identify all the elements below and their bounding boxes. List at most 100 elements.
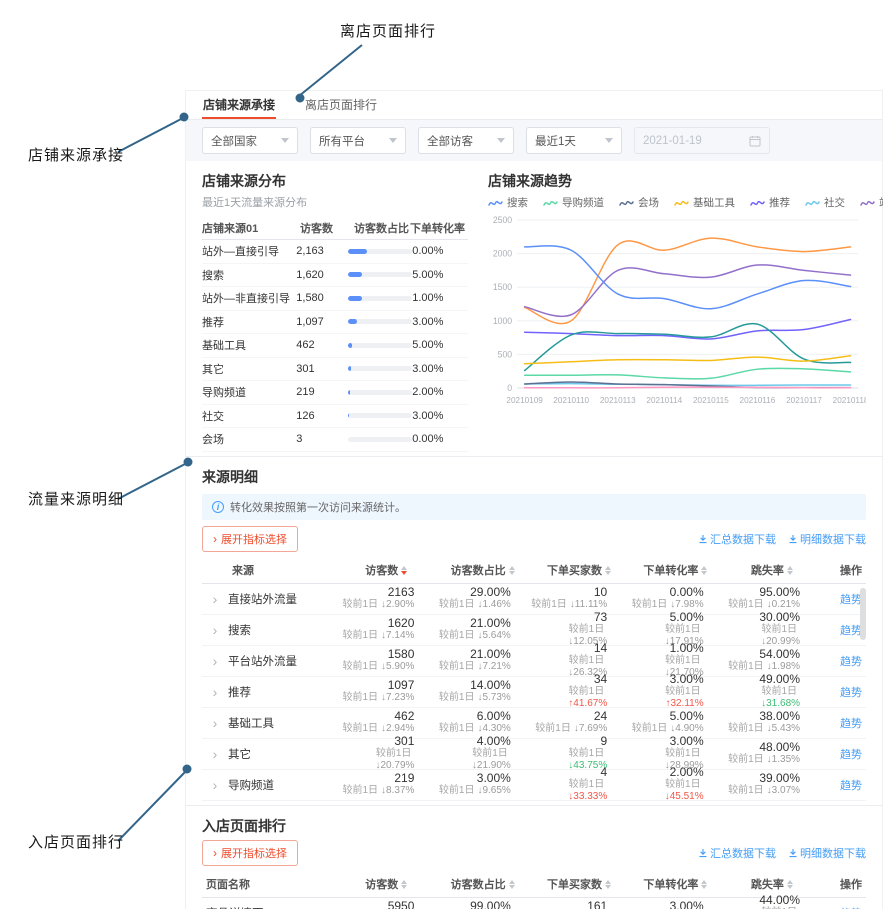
metric-cell: 6.00% 较前1日 ↓4.30% <box>434 710 530 735</box>
expand-row-icon[interactable]: › <box>202 654 228 668</box>
column-header-sortable[interactable]: 跳失率 <box>724 562 820 578</box>
sort-icon[interactable] <box>401 565 408 575</box>
actions-cell: 趋势 <box>820 904 866 909</box>
metric-value: 219 <box>394 771 415 785</box>
metric-value: 38.00% <box>759 709 801 723</box>
source-name: 推荐 <box>202 316 224 329</box>
column-header-sortable[interactable]: 下单转化率 <box>627 562 723 578</box>
actions-cell: 趋势 <box>820 745 866 763</box>
trend-chart: 0 500 1000 1500 2000 2500 20210109 20210110 2021… <box>493 215 866 405</box>
visitors-value: 126 <box>296 409 315 422</box>
column-header-sortable[interactable]: 下单买家数 <box>531 562 627 578</box>
sort-icon[interactable] <box>508 565 515 575</box>
column-header-sortable[interactable]: 跳失率 <box>724 876 820 892</box>
legend-item[interactable]: 推荐 <box>750 195 790 210</box>
chevron-down-icon <box>389 138 397 147</box>
legend-item[interactable]: 会场 <box>619 195 659 210</box>
detail-download-link[interactable]: 明细数据下载 <box>788 845 866 861</box>
legend-item[interactable]: 站外—非直接引导 <box>860 195 883 210</box>
column-header-sortable[interactable]: 访客数 <box>338 876 434 892</box>
expand-metrics-button[interactable]: › 展开指标选择 <box>202 525 298 552</box>
detail-download-link[interactable]: 明细数据下载 <box>788 531 866 547</box>
trend-link[interactable]: 趋势 <box>840 594 862 606</box>
metric-delta: 较前1日↓21.90% <box>471 748 511 771</box>
series-wave-icon <box>488 200 503 206</box>
metric-value: 48.00% <box>759 740 801 754</box>
distribution-row: 社交 126 3.00% <box>202 405 468 428</box>
trend-link[interactable]: 趋势 <box>840 780 862 792</box>
metric-cell: 4.00% 较前1日↓21.90% <box>434 735 530 772</box>
trend-link[interactable]: 趋势 <box>840 625 862 637</box>
metric-cell: 3.00% 较前1日 ↓9.65% <box>434 772 530 797</box>
column-header-sortable[interactable]: 访客数 <box>338 562 434 578</box>
sort-icon[interactable] <box>786 565 793 575</box>
visitors-value: 462 <box>296 339 315 352</box>
metric-cell: 301 较前1日↓20.79% <box>338 735 434 772</box>
metric-delta: 较前1日 ↓8.37% <box>342 785 415 796</box>
expand-row-icon[interactable]: › <box>202 716 228 730</box>
tab-depart-ranking[interactable]: 离店页面排行 <box>304 94 378 119</box>
entry-ranking-section: 入店页面排行 › 展开指标选择 汇总数据下载 明细数据下载 页面名称 访客数 访客数占… <box>186 804 882 909</box>
sort-icon[interactable] <box>701 879 708 889</box>
metric-value: 10 <box>593 585 608 599</box>
expand-metrics-button[interactable]: › 展开指标选择 <box>202 839 298 866</box>
country-select[interactable]: 全部国家 <box>202 127 298 154</box>
metric-value: 3.00% <box>669 672 704 686</box>
distribution-row: 搜索 1,620 5.00% <box>202 264 468 287</box>
sort-icon[interactable] <box>701 565 708 575</box>
summary-download-link[interactable]: 汇总数据下载 <box>698 531 776 547</box>
metric-delta: 较前1日↑32.11% <box>665 686 704 709</box>
trend-link[interactable]: 趋势 <box>840 656 862 668</box>
sort-icon[interactable] <box>401 879 408 889</box>
trend-link[interactable]: 趋势 <box>840 749 862 761</box>
conversion-value: 5.00% <box>412 339 444 352</box>
source-name: 会场 <box>202 434 224 447</box>
legend-item[interactable]: 基础工具 <box>674 195 735 210</box>
metric-value: 3.00% <box>669 734 704 748</box>
sort-icon[interactable] <box>605 565 612 575</box>
legend-item[interactable]: 社交 <box>805 195 845 210</box>
column-header: 访客数 <box>300 222 333 235</box>
metric-cell: 5.00% 较前1日 ↓4.90% <box>627 710 723 735</box>
column-header-sortable[interactable]: 下单转化率 <box>627 876 723 892</box>
metric-value: 54.00% <box>759 647 801 661</box>
series-line-搜索 <box>523 245 852 310</box>
sort-icon[interactable] <box>786 879 793 889</box>
metric-cell: 30.00% 较前1日↓20.99% <box>724 611 820 648</box>
date-picker[interactable]: 2021-01-19 <box>634 127 770 154</box>
sort-icon[interactable] <box>605 879 612 889</box>
metric-delta: 较前1日 ↓3.07% <box>728 785 801 796</box>
expand-row-icon[interactable]: › <box>202 592 228 606</box>
row-name: 基础工具 <box>228 717 274 730</box>
trend-link[interactable]: 趋势 <box>840 687 862 699</box>
sort-icon[interactable] <box>508 879 515 889</box>
conversion-value: 3.00% <box>412 315 444 328</box>
metric-value: 21.00% <box>470 647 511 661</box>
expand-row-icon[interactable]: › <box>202 778 228 792</box>
tab-source-landing[interactable]: 店铺来源承接 <box>202 94 277 119</box>
expand-row-icon[interactable]: › <box>202 623 228 637</box>
scrollbar-thumb[interactable] <box>860 587 866 640</box>
visitor-select[interactable]: 全部访客 <box>418 127 514 154</box>
column-header-sortable[interactable]: 访客数占比 <box>434 876 530 892</box>
expand-row-icon[interactable]: › <box>202 685 228 699</box>
svg-text:1000: 1000 <box>493 316 512 326</box>
tab-bar: 店铺来源承接 离店页面排行 <box>186 91 882 120</box>
download-links: 汇总数据下载 明细数据下载 <box>698 845 866 861</box>
expand-row-icon[interactable]: › <box>202 747 228 761</box>
visitors-value: 3 <box>296 433 303 446</box>
metric-cell: 44.00%较前1日↓10.05% <box>724 894 820 909</box>
visitors-value: 219 <box>296 386 315 399</box>
legend-item[interactable]: 导购频道 <box>543 195 604 210</box>
metric-value: 44.00% <box>759 893 801 907</box>
summary-download-link[interactable]: 汇总数据下载 <box>698 845 776 861</box>
legend-item[interactable]: 搜索 <box>488 195 528 210</box>
column-header-sortable[interactable]: 访客数占比 <box>434 562 530 578</box>
column-header-sortable[interactable]: 下单买家数 <box>531 876 627 892</box>
callout-label-traffic-detail: 流量来源明细 <box>28 491 125 508</box>
platform-select[interactable]: 所有平台 <box>310 127 406 154</box>
metric-value: 6.00% <box>476 709 511 723</box>
date-range-select[interactable]: 最近1天 <box>526 127 622 154</box>
trend-link[interactable]: 趋势 <box>840 718 862 730</box>
legend-label: 会场 <box>638 197 659 209</box>
